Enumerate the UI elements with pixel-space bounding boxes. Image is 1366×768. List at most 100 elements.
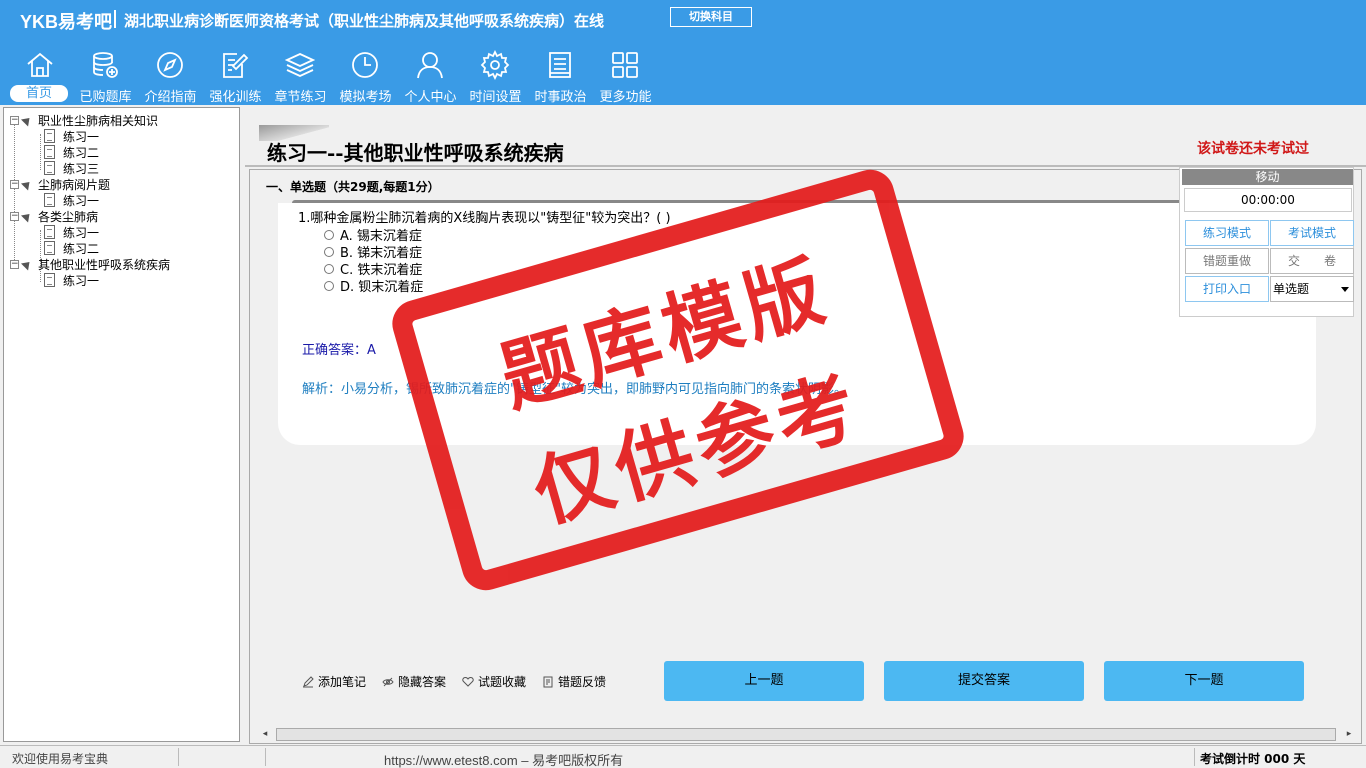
app-header: YKB易考吧 湖北职业病诊断医师资格考试（职业性尘肺病及其他呼吸系统疾病）在线 … xyxy=(0,0,1366,105)
nav-chapter-practice[interactable]: 章节练习 xyxy=(268,48,333,105)
question-type-select[interactable]: 单选题 xyxy=(1270,276,1354,302)
feedback-icon xyxy=(543,676,553,687)
favorite-question-button[interactable]: 试题收藏 xyxy=(462,673,526,690)
chapter-tree: − 职业性尘肺病相关知识 练习一 练习二 练习三 − 尘肺病阅片题 练习一 − … xyxy=(3,107,240,742)
compass-icon xyxy=(157,52,183,78)
status-bar: 欢迎使用易考宝典 https://www.etest8.com – 易考吧版权所… xyxy=(0,745,1366,768)
user-icon xyxy=(417,52,443,79)
tree-item[interactable]: 练习二 xyxy=(44,144,99,160)
nav-current-affairs[interactable]: 时事政治 xyxy=(528,48,593,105)
tree-group-1[interactable]: − 尘肺病阅片题 xyxy=(10,176,110,192)
heart-icon xyxy=(462,676,474,687)
add-note-button[interactable]: 添加笔记 xyxy=(302,673,366,690)
question-text: 1.哪种金属粉尘肺沉着病的X线胸片表现以"铸型征"较为突出？( ) xyxy=(298,211,671,226)
layers-icon xyxy=(285,53,315,77)
scroll-left-icon[interactable]: ◂ xyxy=(258,727,272,742)
pencil-icon xyxy=(303,675,314,687)
tree-group-label: 各类尘肺病 xyxy=(38,209,99,224)
radio-button[interactable] xyxy=(324,229,334,240)
practice-mode-button[interactable]: 练习模式 xyxy=(1185,220,1269,246)
nav-time-settings[interactable]: 时间设置 xyxy=(463,48,528,105)
app-logo: YKB易考吧 xyxy=(20,12,113,32)
report-error-button[interactable]: 错题反馈 xyxy=(542,673,606,690)
horizontal-scrollbar[interactable]: ◂ ▸ xyxy=(258,727,1356,742)
folder-icon xyxy=(20,257,34,271)
radio-button[interactable] xyxy=(324,263,334,274)
panel-drag-handle[interactable]: 移动 xyxy=(1182,169,1353,185)
tree-item[interactable]: 练习二 xyxy=(44,240,99,256)
document-icon xyxy=(44,273,55,287)
option-d[interactable]: D. 钡末沉着症 xyxy=(324,276,423,295)
folder-icon xyxy=(20,177,34,191)
main-nav: 首页 已购题库 介绍指南 强化训练 章节练习 模拟考场 个人中心 时间设置 时事… xyxy=(8,48,658,105)
collapse-icon[interactable]: − xyxy=(10,179,19,189)
document-icon xyxy=(44,145,55,159)
correct-answer: 正确答案：A xyxy=(302,343,376,358)
copyright-text: https://www.etest8.com – 易考吧版权所有 xyxy=(384,753,624,768)
answer-analysis: 解析：小易分析，锡所致肺沉着症的"铸型征"较为突出，即肺野内可见指向肺门的条索状… xyxy=(302,382,847,397)
exercise-title: 练习一--其他职业性呼吸系统疾病 xyxy=(267,141,564,165)
document-icon xyxy=(44,129,55,143)
submit-answer-button[interactable]: 提交答案 xyxy=(884,661,1084,701)
tree-group-3[interactable]: − 其他职业性呼吸系统疾病 xyxy=(10,256,170,272)
question-card: 1.哪种金属粉尘肺沉着病的X线胸片表现以"铸型征"较为突出？( ) A. 锡末沉… xyxy=(278,203,1316,445)
exam-status-text: 该试卷还未考试过 xyxy=(1197,141,1309,157)
tree-group-2[interactable]: − 各类尘肺病 xyxy=(10,208,98,224)
nav-mock-exam[interactable]: 模拟考场 xyxy=(333,48,398,105)
tree-item[interactable]: 练习一 xyxy=(44,224,99,240)
nav-home[interactable]: 首页 xyxy=(8,48,73,104)
tree-item[interactable]: 练习一 xyxy=(44,128,99,144)
folder-icon xyxy=(20,209,34,223)
tree-group-label: 职业性尘肺病相关知识 xyxy=(38,113,159,128)
radio-button[interactable] xyxy=(324,280,334,291)
exam-mode-button[interactable]: 考试模式 xyxy=(1270,220,1354,246)
tree-guide-line xyxy=(40,134,41,170)
radio-button[interactable] xyxy=(324,246,334,257)
nav-intensive-training[interactable]: 强化训练 xyxy=(203,48,268,105)
nav-more-functions[interactable]: 更多功能 xyxy=(593,48,658,105)
status-separator xyxy=(178,748,179,766)
collapse-icon[interactable]: − xyxy=(10,211,19,221)
tree-guide-line xyxy=(14,122,15,266)
tree-item[interactable]: 练习一 xyxy=(44,192,99,208)
nav-personal-center[interactable]: 个人中心 xyxy=(398,48,463,105)
document-icon xyxy=(44,225,55,239)
next-question-button[interactable]: 下一题 xyxy=(1104,661,1304,701)
app-title: 湖北职业病诊断医师资格考试（职业性尘肺病及其他呼吸系统疾病）在线 xyxy=(124,12,605,30)
nav-guide[interactable]: 介绍指南 xyxy=(138,48,203,105)
hide-answer-button[interactable]: 隐藏答案 xyxy=(382,673,446,690)
folder-icon xyxy=(20,113,34,127)
notebook-icon xyxy=(549,52,571,78)
prev-question-button[interactable]: 上一题 xyxy=(664,661,864,701)
grid-icon xyxy=(612,52,638,78)
tree-group-0[interactable]: − 职业性尘肺病相关知识 xyxy=(10,112,158,128)
tree-item[interactable]: 练习三 xyxy=(44,160,99,176)
document-icon xyxy=(44,241,55,255)
title-separator xyxy=(114,10,116,28)
tree-item-selected[interactable]: 练习一 xyxy=(44,272,99,288)
redo-wrong-button[interactable]: 错题重做 xyxy=(1185,248,1269,274)
clock-icon xyxy=(352,52,378,78)
welcome-text: 欢迎使用易考宝典 xyxy=(12,752,109,766)
hand-in-button[interactable]: 交 卷 xyxy=(1270,248,1354,274)
scroll-right-icon[interactable]: ▸ xyxy=(1342,727,1356,742)
print-entry-button[interactable]: 打印入口 xyxy=(1185,276,1269,302)
exam-countdown: 考试倒计时 000 天 xyxy=(1200,752,1306,766)
status-separator xyxy=(1194,748,1195,766)
switch-subject-button[interactable]: 切换科目 xyxy=(670,7,752,27)
document-icon xyxy=(44,193,55,207)
tree-group-label: 尘肺病阅片题 xyxy=(38,177,111,192)
exam-timer: 00:00:00 xyxy=(1184,188,1352,212)
section-heading: 一、单选题（共29题,每题1分） xyxy=(266,180,440,194)
nav-purchased-banks[interactable]: 已购题库 xyxy=(73,48,138,105)
document-icon xyxy=(44,161,55,175)
edit-icon xyxy=(223,53,249,78)
scrollbar-thumb[interactable] xyxy=(276,728,1336,741)
collapse-icon[interactable]: − xyxy=(10,259,19,269)
eye-icon xyxy=(382,677,394,686)
gear-icon xyxy=(480,50,510,80)
collapse-icon[interactable]: − xyxy=(10,115,19,125)
chevron-down-icon xyxy=(1341,287,1349,292)
home-icon xyxy=(27,52,53,77)
exam-control-panel: 移动 00:00:00 练习模式 考试模式 错题重做 交 卷 打印入口 单选题 xyxy=(1179,167,1354,317)
